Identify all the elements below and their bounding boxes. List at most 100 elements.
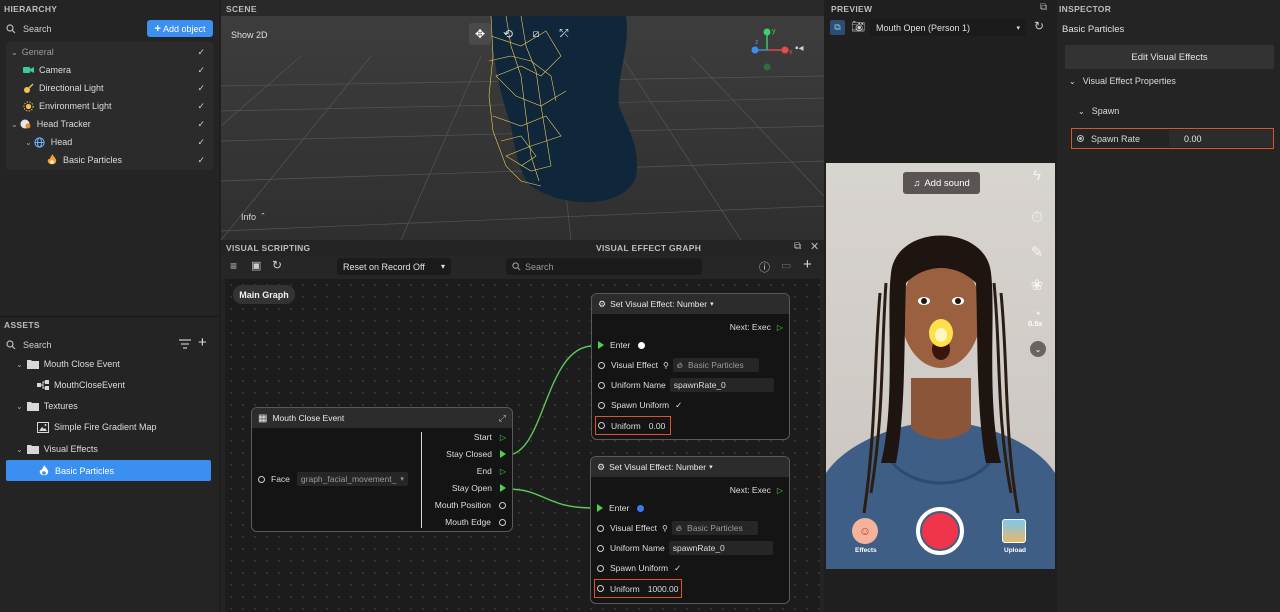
device-view-button[interactable]: ⧉ [830, 20, 845, 35]
asset-item-visual-effects[interactable]: ⌄ Visual Effects [16, 440, 98, 458]
exec-port-icon[interactable] [598, 341, 604, 349]
keyframe-radio-icon[interactable] [1077, 135, 1084, 142]
uniform-name-field[interactable]: spawnRate_0 [669, 378, 774, 392]
exec-port-outline-icon[interactable]: ▷ [777, 323, 783, 332]
tree-item-head[interactable]: ⌄ Head ✓ [25, 133, 211, 151]
preview-mode-dropdown[interactable]: Mouth Open (Person 1) ▾ [870, 19, 1026, 36]
spawn-rate-input[interactable]: 0.00 [1169, 130, 1273, 147]
add-node-icon[interactable]: + [803, 256, 812, 273]
visibility-check-icon[interactable]: ✓ [197, 83, 205, 94]
mouth-close-event-node[interactable]: ▦ Mouth Close Event ⤢ Face graph_facial_… [251, 407, 513, 532]
reset-mode-dropdown[interactable]: Reset on Record Off ▾ [337, 258, 451, 275]
tree-item-general[interactable]: ⌄ General ✓ [11, 43, 211, 61]
uniform-name-field[interactable]: spawnRate_0 [668, 541, 773, 555]
input-port[interactable] [598, 381, 605, 389]
asset-item-mouth-close-event[interactable]: ⌄ Mouth Close Event [16, 355, 120, 373]
preview-viewport[interactable]: ♫ Add sound ϟ ⏱︎ ✎ ❀ ◔ 0.5x ⌄ ☺ Effects U… [826, 163, 1055, 569]
input-port[interactable] [598, 401, 605, 409]
visibility-check-icon[interactable]: ✓ [197, 137, 205, 148]
filter-icon[interactable] [179, 339, 191, 349]
exec-port-outline-icon[interactable]: ▷ [777, 486, 783, 495]
record-button[interactable] [916, 507, 964, 555]
exec-port-outline-icon[interactable]: ▷ [500, 467, 506, 476]
exec-port-icon[interactable] [597, 504, 603, 512]
add-sound-button[interactable]: ♫ Add sound [903, 172, 980, 194]
close-icon[interactable]: ✕ [810, 240, 819, 253]
face-dropdown[interactable]: graph_facial_movement_ ▾ [296, 472, 408, 486]
visibility-check-icon[interactable]: ✓ [197, 119, 205, 130]
set-visual-effect-node-2[interactable]: ⚙ Set Visual Effect: Number ▾ Next: Exec… [590, 456, 790, 604]
tree-item-head-tracker[interactable]: ⌄ Head Tracker ✓ [11, 115, 211, 133]
timer-icon[interactable]: ⏱︎ [1026, 209, 1048, 226]
filters-icon[interactable]: ❀ [1026, 276, 1048, 294]
input-port[interactable] [597, 544, 604, 552]
input-port[interactable] [597, 564, 604, 572]
hierarchy-search[interactable]: Search [6, 21, 140, 37]
tree-item-directional-light[interactable]: Directional Light ✓ [22, 79, 211, 97]
uniform-value-row: Uniform 1000.00 [594, 579, 682, 598]
visibility-check-icon[interactable]: ✓ [197, 65, 205, 76]
output-port[interactable] [499, 518, 506, 526]
asset-item-mouthcloseevent[interactable]: MouthCloseEvent [37, 376, 125, 394]
set-visual-effect-node-1[interactable]: ⚙ Set Visual Effect: Number ▾ Next: Exec… [591, 293, 790, 440]
assets-search[interactable]: Search [6, 337, 166, 353]
input-port[interactable] [597, 524, 604, 532]
tree-item-basic-particles[interactable]: Basic Particles ✓ [46, 151, 211, 169]
checkmark-icon[interactable]: ✓ [674, 563, 681, 574]
uniform-value[interactable]: 1000.00 [648, 584, 679, 594]
asset-item-textures[interactable]: ⌄ Textures [16, 397, 78, 415]
visual-effect-properties-section[interactable]: ⌄ Visual Effect Properties [1069, 72, 1176, 90]
screen-icon[interactable]: ▣ [251, 259, 261, 272]
visibility-check-icon[interactable]: ✓ [197, 47, 205, 58]
visibility-check-icon[interactable]: ✓ [197, 155, 205, 166]
graph-search-input[interactable]: Search [506, 258, 702, 275]
tree-item-label: Head [50, 137, 73, 147]
axis-gizmo[interactable]: y z x [745, 24, 805, 84]
input-port[interactable] [597, 585, 604, 592]
asset-item-basic-particles[interactable]: Basic Particles [6, 460, 211, 481]
transform-tool-icon[interactable]: ⤱ [553, 23, 575, 45]
exec-port-outline-icon[interactable]: ▷ [500, 433, 506, 442]
camera-icon[interactable]: 📷︎ [851, 20, 865, 33]
effects-button[interactable]: ☺ [852, 518, 878, 544]
checkmark-icon[interactable]: ✓ [675, 400, 682, 411]
graph-canvas[interactable]: Main Graph ▦ Mouth Close Event ⤢ Face gr… [225, 279, 820, 612]
add-asset-icon[interactable]: + [198, 334, 207, 351]
expand-icon[interactable]: ⤢ [499, 413, 506, 424]
output-port[interactable] [499, 501, 506, 509]
exec-port-icon[interactable] [500, 450, 506, 458]
asset-item-simple-fire-gradient-map[interactable]: Simple Fire Gradient Map [37, 418, 157, 436]
refresh-icon[interactable]: ↻ [272, 258, 282, 272]
input-port[interactable] [258, 475, 265, 483]
restart-icon[interactable]: ↻ [1034, 19, 1044, 33]
flash-icon[interactable]: ϟ [1026, 167, 1048, 184]
info-icon[interactable]: ⓘ [759, 259, 770, 275]
visual-effect-field[interactable]: 🔥︎ Basic Particles [671, 521, 758, 535]
show-2d-label[interactable]: Show 2D [231, 30, 268, 40]
popout-icon[interactable]: ⧉ [794, 241, 801, 252]
input-port[interactable] [598, 361, 605, 369]
upload-button[interactable] [1002, 519, 1026, 543]
tree-item-camera[interactable]: Camera ✓ [22, 61, 211, 79]
face-label: Face [271, 474, 290, 484]
tree-item-environment-light[interactable]: Environment Light ✓ [22, 97, 211, 115]
scale-tool-icon[interactable]: ⧄ [525, 23, 547, 45]
camera-view-icon[interactable]: ▪◂ [795, 43, 804, 54]
scene-viewport[interactable]: Show 2D ✥ ⟲ ⧄ ⤱ y z x ▪◂ Info ⌃ [221, 16, 824, 240]
move-tool-icon[interactable]: ✥ [469, 23, 491, 45]
edit-visual-effects-button[interactable]: Edit Visual Effects [1065, 45, 1274, 69]
add-object-button[interactable]: + Add object [147, 20, 213, 37]
uniform-value[interactable]: 0.00 [649, 421, 666, 431]
visual-effect-field[interactable]: 🔥︎ Basic Particles [672, 358, 759, 372]
more-options-button[interactable]: ⌄ [1030, 341, 1046, 357]
menu-icon[interactable]: ≡ [230, 259, 237, 273]
input-port[interactable] [598, 422, 605, 429]
exec-port-icon[interactable] [500, 484, 506, 492]
visibility-check-icon[interactable]: ✓ [197, 101, 205, 112]
panel-toggle-icon[interactable]: ▭ [781, 259, 791, 272]
rotate-tool-icon[interactable]: ⟲ [497, 23, 519, 45]
beauty-wand-icon[interactable]: ✎ [1026, 243, 1048, 261]
popout-icon[interactable]: ⧉ [1040, 2, 1047, 13]
info-toggle[interactable]: Info ⌃ [241, 212, 266, 222]
spawn-section[interactable]: ⌄ Spawn [1078, 102, 1119, 120]
